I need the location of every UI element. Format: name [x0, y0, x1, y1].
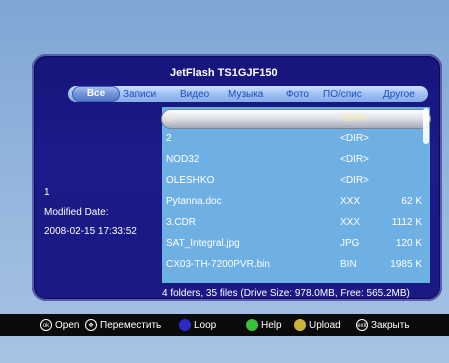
- exit-button-icon: exit: [356, 319, 368, 331]
- drive-status: 4 folders, 35 files (Drive Size: 978.0MB…: [162, 288, 410, 299]
- file-type: XXX: [340, 196, 361, 207]
- tab-music[interactable]: Музыка: [228, 89, 263, 100]
- upload-hint[interactable]: Upload: [294, 318, 341, 332]
- file-type: BIN: [340, 259, 357, 270]
- tab-software[interactable]: ПО/спис: [323, 89, 362, 100]
- tab-video[interactable]: Видео: [180, 89, 209, 100]
- file-name: NOD32: [166, 154, 200, 165]
- tab-photo[interactable]: Фото: [286, 89, 309, 100]
- file-type: XXX: [340, 217, 361, 228]
- tab-other[interactable]: Другое: [383, 89, 415, 100]
- device-title: JetFlash TS1GJF150: [170, 67, 278, 79]
- open-hint[interactable]: ok Open: [40, 318, 79, 332]
- file-name: SAT_Integral.jpg: [166, 238, 240, 249]
- file-row[interactable]: OLESHKO <DIR>: [162, 172, 430, 190]
- file-type: <DIR>: [340, 113, 369, 124]
- file-row[interactable]: NOD32 <DIR>: [162, 151, 430, 169]
- close-hint[interactable]: exit Закрыть: [356, 318, 410, 332]
- file-size: 1112 K: [391, 217, 422, 228]
- ok-button-icon: ok: [40, 319, 52, 331]
- arrows-icon: ✥: [85, 319, 97, 331]
- modified-date-value: 2008-02-15 17:33:52: [44, 226, 137, 237]
- file-name: CX03-TH-7200PVR.bin: [166, 259, 270, 270]
- yellow-button-icon: [294, 319, 306, 331]
- selected-item-name: 1: [44, 187, 50, 198]
- file-name: 1: [166, 113, 172, 124]
- help-hint[interactable]: Help: [246, 318, 282, 332]
- file-name: OLESHKO: [166, 175, 215, 186]
- list-scrollbar[interactable]: [423, 108, 429, 144]
- file-type: <DIR>: [340, 133, 369, 144]
- file-row[interactable]: 1 <DIR>: [162, 110, 430, 128]
- file-type: <DIR>: [340, 175, 369, 186]
- file-name: 2: [166, 133, 172, 144]
- green-button-icon: [246, 319, 258, 331]
- move-hint[interactable]: ✥ Переместить: [85, 318, 161, 332]
- tab-recordings[interactable]: Записи: [123, 89, 156, 100]
- file-name: Pytanna.doc: [166, 196, 222, 207]
- file-size: 62 K: [401, 196, 422, 207]
- file-name: 3.CDR: [166, 217, 197, 228]
- file-size: 120 K: [395, 238, 422, 249]
- file-type: JPG: [340, 238, 360, 249]
- blue-button-icon: [179, 319, 191, 331]
- file-row[interactable]: CX03-TH-7200PVR.bin BIN 1985 K: [162, 256, 430, 274]
- modified-date-label: Modified Date:: [44, 207, 109, 218]
- file-row[interactable]: SAT_Integral.jpg JPG 120 K: [162, 235, 430, 253]
- file-size: 1985 K: [390, 259, 422, 270]
- loop-hint[interactable]: Loop: [179, 318, 216, 332]
- file-type: <DIR>: [340, 154, 369, 165]
- file-row[interactable]: 3.CDR XXX 1112 K: [162, 214, 430, 232]
- file-row[interactable]: 2 <DIR>: [162, 130, 430, 148]
- file-row[interactable]: Pytanna.doc XXX 62 K: [162, 193, 430, 211]
- tab-all[interactable]: Все: [72, 86, 120, 102]
